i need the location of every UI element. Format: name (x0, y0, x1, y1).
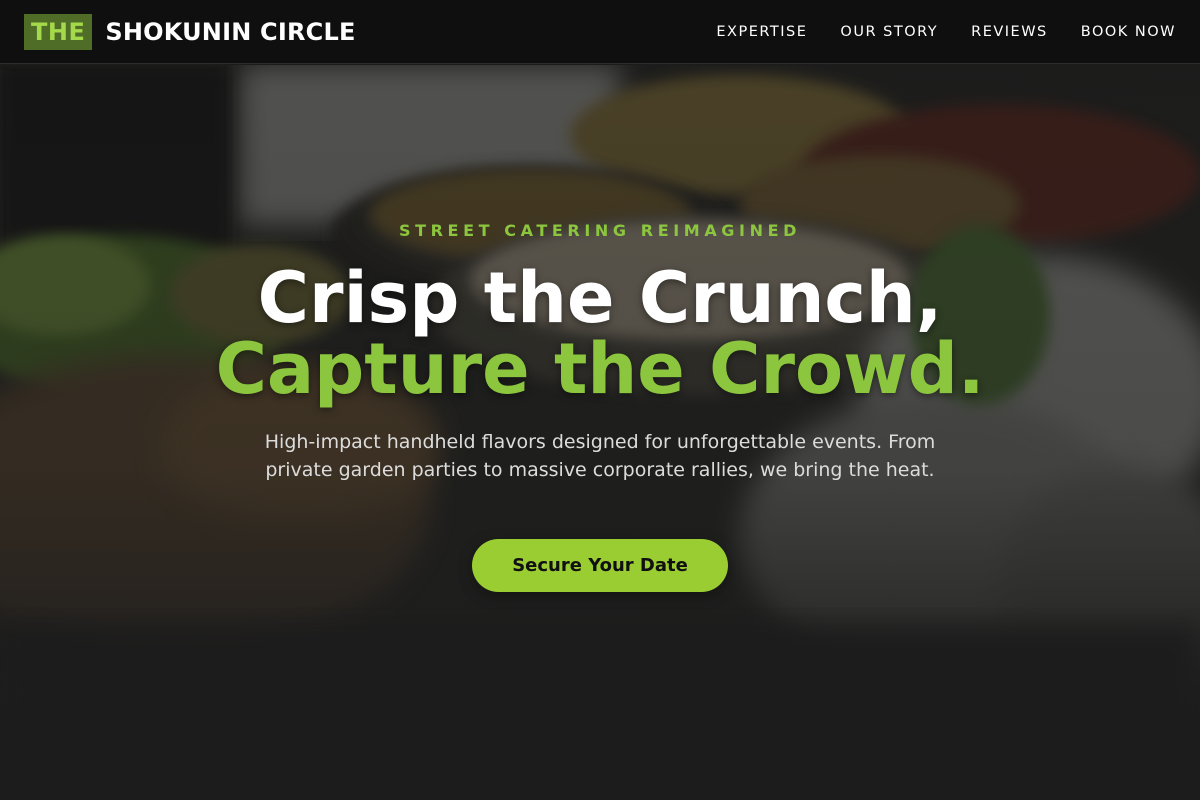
main-nav: EXPERTISE OUR STORY REVIEWS BOOK NOW (683, 24, 1176, 40)
nav-link-our-story[interactable]: OUR STORY (840, 24, 938, 40)
hero-eyebrow: STREET CATERING REIMAGINED (399, 221, 801, 240)
nav-link-book-now[interactable]: BOOK NOW (1081, 24, 1176, 40)
hero-headline-line2: Capture the Crowd. (215, 328, 985, 410)
logo-badge: THE (24, 13, 93, 50)
nav-link-reviews[interactable]: REVIEWS (971, 24, 1048, 40)
nav-link-expertise[interactable]: EXPERTISE (716, 24, 807, 40)
site-header: THE SHOKUNIN CIRCLE EXPERTISE OUR STORY … (0, 0, 1200, 64)
hero-content: STREET CATERING REIMAGINED Crisp the Cru… (0, 0, 1200, 800)
secure-your-date-button[interactable]: Secure Your Date (472, 539, 728, 592)
brand-logo[interactable]: THE SHOKUNIN CIRCLE (24, 13, 356, 50)
hero-description: High-impact handheld flavors designed fo… (264, 431, 936, 481)
hero-headline-line1: Crisp the Crunch, (257, 257, 943, 339)
brand-name: SHOKUNIN CIRCLE (105, 17, 356, 46)
